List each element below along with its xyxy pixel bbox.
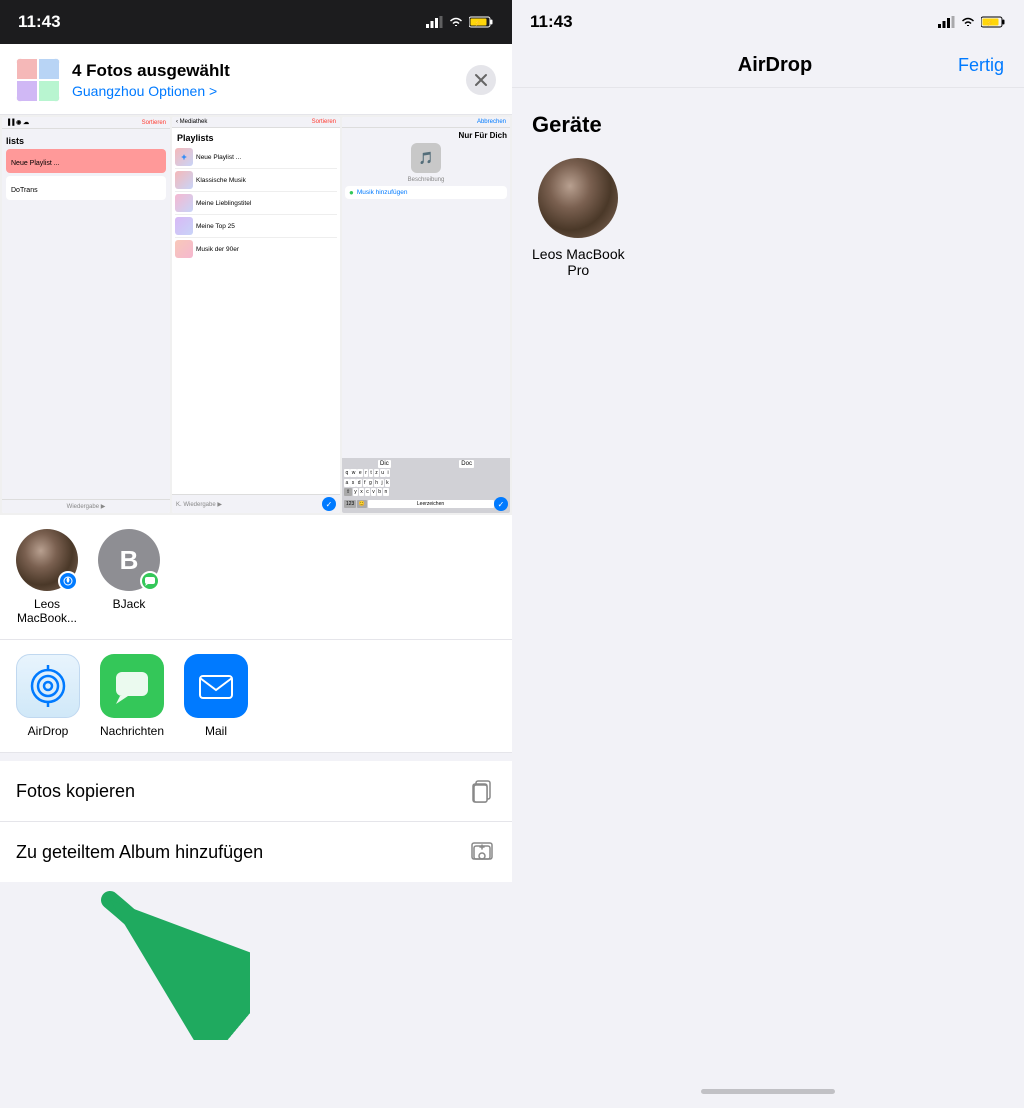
svg-text:⚡: ⚡ [986,19,993,27]
share-header: 4 Fotos ausgewählt Guangzhou Optionen > [0,44,512,115]
contact-name-leos-line1: Leos [17,597,77,611]
key-space: Leerzeichen [368,500,494,508]
ss2-item2: Meine Lieblingstitel [196,200,251,207]
ss1-item2: DoTrans [11,187,38,194]
contact-name-leos-line2: MacBook... [17,611,77,625]
screenshot-3: Abbrechen Nur Für Dich 🎵 Beschreibung ● … [342,117,510,513]
right-status-time: 11:43 [530,12,573,32]
action-add-album[interactable]: Zu geteiltem Album hinzufügen [0,822,512,882]
contact-bjack[interactable]: B BJack [98,529,160,625]
ss2-item1: Klassische Musik [196,177,246,184]
right-status-bar: 11:43 ⚡ [512,0,1024,44]
share-thumbnail [16,58,60,102]
close-icon [474,73,488,87]
mail-icon [196,666,236,706]
share-subtitle: Guangzhou Optionen > [72,83,230,99]
device-name-leos: Leos MacBook Pro [532,246,625,278]
contact-name-bjack: BJack [113,597,146,611]
right-wifi-icon [960,16,976,28]
ss3-doc: Doc [459,460,474,468]
ss2-item0: Neue Playlist ... [196,154,241,161]
album-icon [468,838,496,866]
screenshot-1: ▐▐ ◉ ☁ Sortieren lists Neue Playlist ...… [2,117,170,513]
home-bar [701,1089,835,1094]
right-status-icons: ⚡ [938,16,1006,28]
left-status-icons: ⚡ [426,16,494,28]
action-copy-photos[interactable]: Fotos kopieren [0,761,512,822]
ss3-desc: Beschreibung [345,177,507,183]
left-panel: 11:43 ⚡ [0,0,512,1108]
contact-avatar-leos [16,529,78,591]
ss1-label: lists [6,133,166,149]
app-item-mail[interactable]: Mail [184,654,248,738]
airdrop-badge-icon [62,575,74,587]
copy-icon [468,777,496,805]
ss1-footer: Wiedergabe ▶ [67,503,106,510]
ss1-sort: Sortieren [142,120,166,126]
ss2-back: ‹ Mediathek [176,119,207,125]
right-content: Geräte Leos MacBook Pro [512,88,1024,1074]
right-nav-title: AirDrop [738,54,812,77]
right-nav: AirDrop Fertig [512,44,1024,88]
share-header-left: 4 Fotos ausgewählt Guangzhou Optionen > [16,58,230,102]
ss1-item1: Neue Playlist ... [11,160,60,167]
messages-badge [140,571,160,591]
ss1-status: ▐▐ ◉ ☁ [6,119,29,126]
share-close-button[interactable] [466,65,496,95]
airdrop-app-label: AirDrop [28,724,69,738]
ss2-sort: Sortieren [312,119,336,125]
app-item-messages[interactable]: Nachrichten [100,654,164,738]
right-home-indicator [512,1074,1024,1108]
battery-icon: ⚡ [469,16,494,28]
devices-grid: Leos MacBook Pro [532,158,1004,278]
airdrop-badge [58,571,78,591]
apps-row: AirDrop Nachrichten Mail [0,640,512,753]
ss3-dic: Dic [378,460,391,468]
app-item-airdrop[interactable]: AirDrop [16,654,80,738]
action-copy-label: Fotos kopieren [16,781,135,802]
right-signal-icon [938,16,955,28]
messages-badge-icon [144,575,156,587]
right-panel: 11:43 ⚡ AirDrop Fertig [512,0,1024,1108]
key-q: q [344,469,350,477]
airdrop-app-icon [16,654,80,718]
action-add-label: Zu geteiltem Album hinzufügen [16,842,263,863]
mail-app-label: Mail [205,724,227,738]
share-info: 4 Fotos ausgewählt Guangzhou Optionen > [72,61,230,99]
wifi-icon [448,16,464,28]
left-status-time: 11:43 [18,12,61,32]
left-status-bar: 11:43 ⚡ [0,0,512,44]
actions-section: Fotos kopieren Zu geteiltem Album hinzuf… [0,761,512,882]
contacts-row: Leos MacBook... B BJack [0,515,512,640]
ss2-item3: Meine Top 25 [196,223,235,230]
mail-app-icon [184,654,248,718]
right-section-title: Geräte [532,112,1004,138]
key-return: ✓ [494,497,508,511]
messages-app-icon [100,654,164,718]
preview-area: ▐▐ ◉ ☁ Sortieren lists Neue Playlist ...… [0,115,512,515]
ss3-title: Nur Für Dich [345,131,507,140]
ss2-title: Playlists [175,131,337,146]
right-done-button[interactable]: Fertig [958,55,1004,76]
device-leos-macbook[interactable]: Leos MacBook Pro [532,158,625,278]
share-title: 4 Fotos ausgewählt [72,61,230,81]
airdrop-icon [27,665,69,707]
svg-text:⚡: ⚡ [474,19,481,27]
right-battery-icon: ⚡ [981,16,1006,28]
ss3-add: Musik hinzufügen [357,189,408,196]
ss2-footer: K. Wiedergabe ▶ [176,501,222,508]
ss3-cancel: Abbrechen [477,119,506,125]
contact-avatar-bjack-wrapper: B [98,529,160,591]
ss2-item4: Musik der 90er [196,246,239,253]
messages-icon [112,666,152,706]
screenshot-2: ‹ Mediathek Sortieren Playlists + Neue P… [172,117,340,513]
signal-icon [426,16,443,28]
messages-app-label: Nachrichten [100,724,164,738]
device-avatar-leos [538,158,618,238]
contact-leos[interactable]: Leos MacBook... [16,529,78,625]
